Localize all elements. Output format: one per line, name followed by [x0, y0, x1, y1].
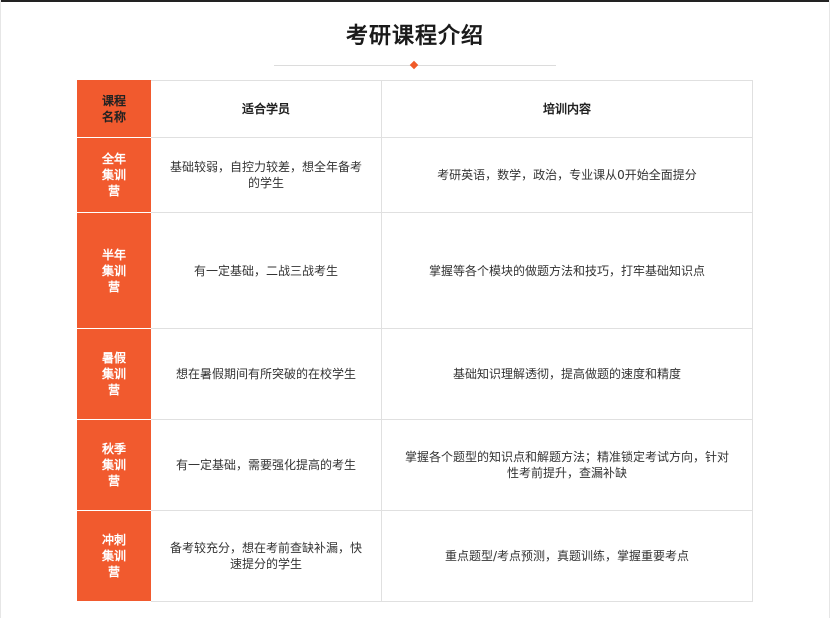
left-border: [0, 0, 1, 618]
course-name: 秋季集训营: [77, 419, 151, 511]
course-name: 冲刺集训营: [77, 510, 151, 602]
top-border: [0, 0, 830, 2]
table-row: 冲刺集训营 备考较充分，想在考前查缺补漏，快速提分的学生 重点题型/考点预测，真…: [77, 510, 753, 602]
course-name: 暑假集训营: [77, 328, 151, 420]
header-audience: 适合学员: [150, 80, 382, 138]
course-content: 考研英语，数学，政治，专业课从0开始全面提分: [381, 137, 753, 213]
course-content: 掌握各个题型的知识点和解题方法；精准锁定考试方向，针对性考前提升，查漏补缺: [381, 419, 753, 511]
course-table: 课程名称 适合学员 培训内容 全年集训营 基础较弱，自控力较差，想全年备考的学生…: [77, 80, 753, 602]
course-content: 重点题型/考点预测，真题训练，掌握重要考点: [381, 510, 753, 602]
page-title: 考研课程介绍: [345, 24, 484, 49]
table-row: 暑假集训营 想在暑假期间有所突破的在校学生 基础知识理解透彻，提高做题的速度和精…: [77, 328, 753, 420]
course-content: 基础知识理解透彻，提高做题的速度和精度: [381, 328, 753, 420]
course-content: 掌握等各个模块的做题方法和技巧，打牢基础知识点: [381, 212, 753, 329]
course-audience: 想在暑假期间有所突破的在校学生: [150, 328, 382, 420]
table-header-row: 课程名称 适合学员 培训内容: [77, 80, 753, 138]
table-row: 全年集训营 基础较弱，自控力较差，想全年备考的学生 考研英语，数学，政治，专业课…: [77, 137, 753, 213]
course-audience: 有一定基础，二战三战考生: [150, 212, 382, 329]
diamond-icon: [409, 60, 419, 70]
course-name: 全年集训营: [77, 137, 151, 213]
table-row: 半年集训营 有一定基础，二战三战考生 掌握等各个模块的做题方法和技巧，打牢基础知…: [77, 212, 753, 329]
course-audience: 备考较充分，想在考前查缺补漏，快速提分的学生: [150, 510, 382, 602]
course-audience: 有一定基础，需要强化提高的考生: [150, 419, 382, 511]
header-course-name: 课程名称: [77, 80, 151, 138]
course-audience: 基础较弱，自控力较差，想全年备考的学生: [150, 137, 382, 213]
table-row: 秋季集训营 有一定基础，需要强化提高的考生 掌握各个题型的知识点和解题方法；精准…: [77, 419, 753, 511]
course-name: 半年集训营: [77, 212, 151, 329]
header-content: 培训内容: [381, 80, 753, 138]
